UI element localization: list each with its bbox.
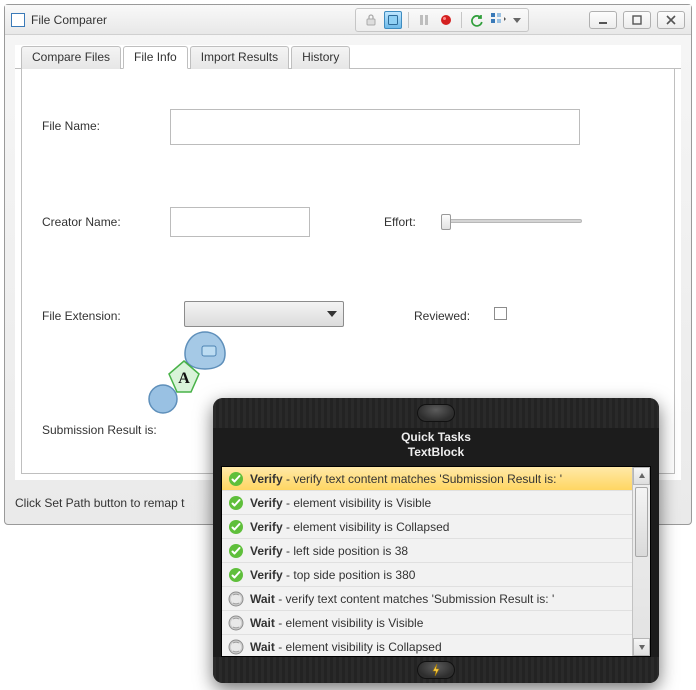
file-name-input[interactable] xyxy=(170,109,580,145)
reviewed-label: Reviewed: xyxy=(414,309,470,323)
quick-tasks-top-gutter xyxy=(213,398,659,428)
quick-tasks-list: Verify - verify text content matches 'Su… xyxy=(221,466,651,657)
tab-import-results[interactable]: Import Results xyxy=(190,46,289,69)
highlight-icon[interactable] xyxy=(384,11,402,29)
scroll-up-button[interactable] xyxy=(633,467,650,485)
options-icon[interactable] xyxy=(490,11,508,29)
quick-task-item[interactable]: Verify - left side position is 38 xyxy=(222,539,632,563)
refresh-icon[interactable] xyxy=(468,11,486,29)
quick-task-label: Verify - left side position is 38 xyxy=(250,544,408,558)
file-name-label: File Name: xyxy=(42,119,100,133)
quick-tasks-panel: Quick Tasks TextBlock Verify - verify te… xyxy=(213,398,659,683)
quick-tasks-bottom-gutter xyxy=(213,657,659,683)
creator-name-input[interactable] xyxy=(170,207,310,237)
verify-icon xyxy=(228,471,244,487)
quick-tasks-title-line2: TextBlock xyxy=(213,445,659,460)
maximize-button[interactable] xyxy=(623,11,651,29)
file-extension-combo[interactable] xyxy=(184,301,344,327)
quick-tasks-title-line1: Quick Tasks xyxy=(213,430,659,445)
verify-icon xyxy=(228,519,244,535)
quick-tasks-action-button[interactable] xyxy=(417,661,455,679)
verify-icon xyxy=(228,543,244,559)
window-title: File Comparer xyxy=(31,13,107,27)
scroll-thumb[interactable] xyxy=(635,487,648,557)
recorder-toolbar xyxy=(355,8,529,32)
quick-task-label: Wait - verify text content matches 'Subm… xyxy=(250,592,554,606)
record-icon[interactable] xyxy=(437,11,455,29)
quick-tasks-grip[interactable] xyxy=(417,404,455,422)
quick-task-item[interactable]: Verify - element visibility is Collapsed xyxy=(222,515,632,539)
wait-icon xyxy=(228,615,244,631)
quick-task-item[interactable]: Wait - element visibility is Collapsed xyxy=(222,635,632,657)
quick-task-label: Wait - element visibility is Collapsed xyxy=(250,640,442,654)
tab-file-info[interactable]: File Info xyxy=(123,46,188,69)
minimize-button[interactable] xyxy=(589,11,617,29)
toolbar-dropdown-icon[interactable] xyxy=(512,11,522,29)
wait-icon xyxy=(228,591,244,607)
reviewed-checkbox[interactable] xyxy=(494,307,507,320)
wait-icon xyxy=(228,639,244,655)
tab-compare-files[interactable]: Compare Files xyxy=(21,46,121,69)
quick-tasks-title: Quick Tasks TextBlock xyxy=(213,428,659,466)
quick-task-item[interactable]: Verify - verify text content matches 'Su… xyxy=(222,467,632,491)
scroll-down-button[interactable] xyxy=(633,638,650,656)
quick-tasks-scrollbar[interactable] xyxy=(632,467,650,656)
quick-task-item[interactable]: Wait - element visibility is Visible xyxy=(222,611,632,635)
window-controls xyxy=(589,11,685,29)
quick-task-label: Verify - top side position is 380 xyxy=(250,568,415,582)
quick-task-item[interactable]: Wait - verify text content matches 'Subm… xyxy=(222,587,632,611)
tab-history[interactable]: History xyxy=(291,46,350,69)
app-icon xyxy=(11,13,25,27)
quick-task-label: Verify - element visibility is Visible xyxy=(250,496,431,510)
effort-label: Effort: xyxy=(384,215,416,229)
close-button[interactable] xyxy=(657,11,685,29)
titlebar: File Comparer xyxy=(5,5,691,35)
pause-icon[interactable] xyxy=(415,11,433,29)
chevron-down-icon xyxy=(327,311,337,317)
effort-slider-thumb[interactable] xyxy=(441,214,451,230)
status-text: Click Set Path button to remap t xyxy=(15,496,184,510)
lock-icon[interactable] xyxy=(362,11,380,29)
creator-name-label: Creator Name: xyxy=(42,215,121,229)
effort-slider[interactable] xyxy=(442,219,582,223)
submission-result-label: Submission Result is: xyxy=(42,423,157,437)
quick-task-item[interactable]: Verify - element visibility is Visible xyxy=(222,491,632,515)
quick-task-item[interactable]: Verify - top side position is 380 xyxy=(222,563,632,587)
verify-icon xyxy=(228,567,244,583)
quick-task-label: Verify - verify text content matches 'Su… xyxy=(250,472,562,486)
quick-task-label: Verify - element visibility is Collapsed xyxy=(250,520,449,534)
tabstrip: Compare Files File Info Import Results H… xyxy=(15,45,681,69)
file-extension-label: File Extension: xyxy=(42,309,121,323)
quick-task-label: Wait - element visibility is Visible xyxy=(250,616,423,630)
verify-icon xyxy=(228,495,244,511)
